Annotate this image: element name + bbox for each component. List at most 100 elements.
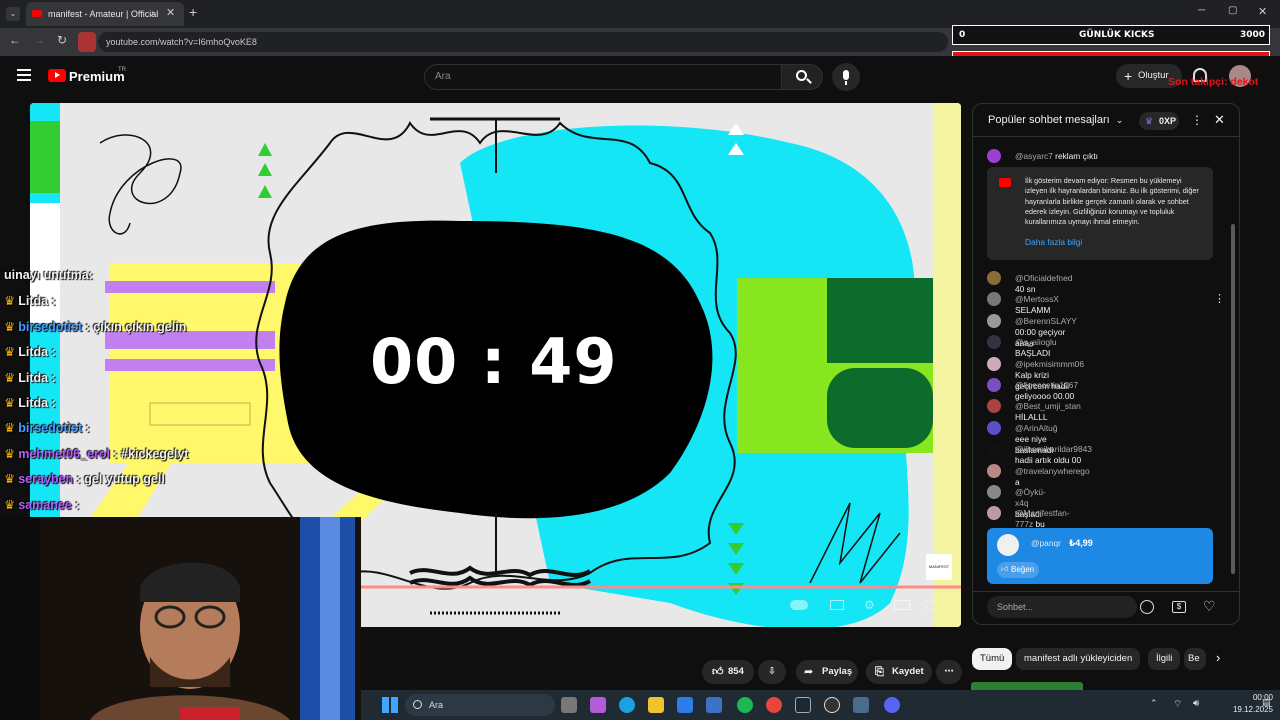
stream-chat-text: : çıkın çıkın gelin bbox=[85, 319, 187, 334]
theater-icon[interactable] bbox=[894, 600, 910, 610]
wifi-icon[interactable]: ⌔ bbox=[1173, 698, 1182, 711]
app-icon[interactable] bbox=[853, 697, 869, 713]
task-view-icon[interactable] bbox=[561, 697, 577, 713]
copilot-icon[interactable] bbox=[590, 697, 606, 713]
dislike-button[interactable]: ⇩ bbox=[758, 660, 786, 684]
chat-mode-selector[interactable]: Popüler sohbet mesajları ⌄ bbox=[988, 114, 1123, 126]
new-tab-icon[interactable]: + bbox=[189, 4, 197, 20]
start-icon[interactable] bbox=[382, 697, 398, 713]
chrome-icon[interactable] bbox=[766, 697, 782, 713]
search-icon bbox=[413, 700, 422, 709]
volume-icon[interactable]: 🔊︎ bbox=[1193, 698, 1199, 709]
superchat-card[interactable]: @panqr ₺4,99 👍︎ Beğen bbox=[987, 528, 1213, 584]
tab-close-icon[interactable]: ✕ bbox=[166, 6, 175, 19]
more-icon: ⋯ bbox=[944, 666, 954, 677]
message-author: @ipekmisimmm06 bbox=[1015, 358, 1084, 369]
taskbar-search[interactable]: Ara bbox=[405, 694, 555, 716]
chips-next-icon[interactable]: › bbox=[1216, 650, 1220, 665]
heart-icon[interactable]: ♡ bbox=[1203, 598, 1216, 615]
subtitles-icon[interactable] bbox=[830, 600, 844, 610]
stream-chat-message: uinayı unutma: bbox=[4, 268, 93, 282]
fullscreen-icon[interactable]: ⛶ bbox=[926, 598, 934, 613]
stream-chat-author: mehmet06_erol bbox=[18, 446, 110, 461]
chip-2[interactable]: İlgili bbox=[1148, 648, 1181, 670]
super-chat-icon[interactable]: $ bbox=[1172, 601, 1186, 613]
chat-options-icon[interactable]: ⋮ bbox=[1191, 113, 1203, 127]
stream-chat-text: : bbox=[51, 370, 56, 385]
share-button[interactable]: ➦ Paylaş bbox=[796, 660, 858, 684]
like-button[interactable]: 👍︎ 854 bbox=[702, 660, 754, 684]
stream-chat-message: ♛ Litda : bbox=[4, 344, 56, 359]
stream-chat-text: : bbox=[51, 294, 56, 309]
voice-search-button[interactable] bbox=[832, 63, 860, 91]
stream-chat-author: samanee bbox=[18, 497, 72, 512]
chat-input[interactable]: Sohbet... bbox=[987, 596, 1137, 618]
steam-icon[interactable] bbox=[795, 697, 811, 713]
avatar bbox=[987, 506, 1001, 521]
stream-chat-text: : bbox=[51, 345, 56, 360]
file-explorer-icon[interactable] bbox=[648, 697, 664, 713]
chat-input-placeholder: Sohbet... bbox=[997, 602, 1034, 612]
stream-chat-text: : #kickegelyt bbox=[113, 446, 189, 461]
youtube-logo[interactable] bbox=[48, 69, 66, 82]
url-field[interactable]: youtube.com/watch?v=I6mhoQvoKE8 bbox=[98, 32, 948, 52]
edge-icon[interactable] bbox=[619, 697, 635, 713]
store-icon[interactable] bbox=[677, 697, 693, 713]
search-placeholder: Ara bbox=[435, 71, 451, 82]
forward-icon[interactable]: → bbox=[33, 33, 45, 47]
stream-chat-author: birsedotist bbox=[18, 421, 83, 436]
site-info-icon[interactable] bbox=[78, 32, 96, 52]
message-author: @Oficialdefned bbox=[1015, 273, 1073, 283]
mail-icon[interactable] bbox=[706, 697, 722, 713]
chip-0[interactable]: Tümü bbox=[972, 648, 1013, 670]
share-label: Paylaş bbox=[822, 666, 853, 677]
avatar bbox=[987, 149, 1001, 163]
discord-icon[interactable] bbox=[884, 697, 900, 713]
scrollbar[interactable] bbox=[1231, 224, 1235, 574]
avatar bbox=[987, 420, 1001, 435]
webcam-feed bbox=[0, 517, 361, 720]
youtube-icon bbox=[999, 178, 1011, 187]
more-actions-button[interactable]: ⋯ bbox=[936, 660, 962, 684]
search-input[interactable]: Ara bbox=[424, 64, 782, 90]
create-label: Oluştur bbox=[1138, 70, 1169, 81]
minimize-icon[interactable]: ─ bbox=[1198, 5, 1205, 16]
autoplay-icon[interactable] bbox=[790, 600, 808, 610]
search-button[interactable] bbox=[781, 64, 823, 90]
settings-icon[interactable]: ⚙ bbox=[864, 598, 875, 612]
message-menu-icon[interactable]: ⋮ bbox=[1214, 292, 1225, 305]
avatar bbox=[987, 399, 1001, 414]
avatar bbox=[987, 335, 1001, 350]
stream-chat-message: ♛ Litda : bbox=[4, 293, 56, 308]
tray-chevron-icon[interactable]: ⌃ bbox=[1150, 698, 1158, 709]
browser-tab[interactable]: manifest - Amateur | Official bbox=[26, 2, 184, 26]
badge-icon: ♛ bbox=[4, 319, 16, 334]
player-controls[interactable]: ⚙ ⛶ bbox=[790, 596, 940, 618]
webcam-image bbox=[0, 517, 361, 720]
chip-1[interactable]: manifest adlı yükleyiciden bbox=[1016, 648, 1141, 670]
menu-icon[interactable] bbox=[17, 69, 31, 81]
tab-list-button[interactable]: ⌄ bbox=[6, 7, 20, 21]
reload-icon[interactable]: ↻ bbox=[57, 33, 67, 47]
obs-icon[interactable] bbox=[824, 697, 840, 713]
countdown-timer: 00 : 49 bbox=[370, 325, 618, 398]
chip-3[interactable]: Be bbox=[1184, 648, 1206, 670]
stream-chat-author: Litda bbox=[18, 345, 49, 360]
message-author: @s_alioglu bbox=[1015, 337, 1057, 348]
spotify-icon[interactable] bbox=[737, 697, 753, 713]
emoji-icon[interactable] bbox=[1140, 600, 1154, 614]
tab-audio-icon[interactable]: ♪ bbox=[150, 8, 155, 18]
save-button[interactable]: ⎘ Kaydet bbox=[866, 660, 932, 684]
related-video-thumbnail[interactable] bbox=[971, 682, 1083, 690]
notifications-tray-icon[interactable]: ▤ bbox=[1262, 697, 1271, 708]
superchat-like-button[interactable]: 👍︎ Beğen bbox=[997, 562, 1039, 578]
window-close-icon[interactable]: ✕ bbox=[1258, 5, 1267, 18]
back-icon[interactable]: ← bbox=[9, 33, 21, 47]
maximize-icon[interactable]: ▢ bbox=[1228, 5, 1237, 16]
daily-kicks-target: 3000 bbox=[1239, 30, 1265, 40]
xp-badge[interactable]: ♛ 0XP bbox=[1139, 112, 1179, 130]
daily-kicks-label: GÜNLÜK KICKS bbox=[1079, 30, 1155, 40]
chat-close-icon[interactable]: ✕ bbox=[1214, 112, 1225, 128]
stream-chat-text: : gel yutup gell bbox=[76, 472, 165, 487]
learn-more-link[interactable]: Daha fazla bilgi bbox=[1025, 237, 1082, 247]
